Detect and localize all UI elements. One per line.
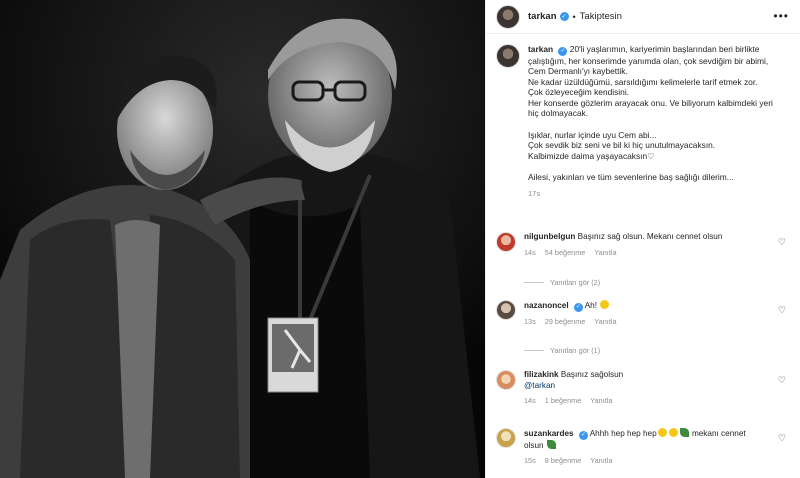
reply-button[interactable]: Yanıtla <box>590 456 612 467</box>
caption-line-11 <box>528 161 790 172</box>
post-photo <box>0 0 485 478</box>
heart-outline-icon: ♡ <box>647 150 655 161</box>
caption-line-12: Ailesi, yakınları ve tüm sevenlerine baş… <box>528 172 734 183</box>
commenter-avatar[interactable] <box>496 370 516 390</box>
comment-text: Ahhh hep hep hep <box>589 429 657 438</box>
commenter-username[interactable]: nazanoncel <box>524 301 569 310</box>
replies-line-divider <box>524 282 544 283</box>
comment-item: nazanoncel ✓ Ah! 13s 29 beğenme Yanıtla … <box>496 300 792 327</box>
view-replies-label: Yanıtları gör (1) <box>550 346 601 355</box>
comment-likes[interactable]: 54 beğenme <box>545 248 586 259</box>
commenter-avatar[interactable] <box>496 232 516 252</box>
like-heart-icon[interactable]: ♡ <box>778 237 786 248</box>
comment-text: Başınız sağolsun <box>560 370 624 379</box>
caption-line-0: 20'li yaşlarımın, kariyerimin başlarında… <box>569 44 760 54</box>
post-side-panel: tarkan ✓ • Takiptesin ••• tarkan ✓ 20'li… <box>485 0 800 478</box>
post-caption: tarkan ✓ 20'li yaşlarımın, kariyerimin b… <box>496 44 792 199</box>
caption-line-5: Her konserde gözlerim arayacak onu. Ve b… <box>528 97 773 108</box>
comment-time: 13s <box>524 316 536 326</box>
caption-line-3: Ne kadar üzüldüğümü, sarsıldığımı kelime… <box>528 76 758 87</box>
caption-line-8: Işıklar, nurlar içinde uyu Cem abi... <box>528 129 657 140</box>
caption-line-6: hiç dolmayacak. <box>528 108 589 119</box>
like-heart-icon[interactable]: ♡ <box>778 433 786 444</box>
comment-likes[interactable]: 29 beğenme <box>545 317 586 328</box>
caption-line-9: Çok sevdik biz seni ve bil ki hiç unutul… <box>528 140 716 151</box>
photo-illustration <box>0 0 485 478</box>
mention-link[interactable]: @tarkan <box>524 381 776 392</box>
caption-line-7 <box>528 119 790 130</box>
comment-text-end: olsun <box>524 440 544 450</box>
post-header: tarkan ✓ • Takiptesin ••• <box>486 0 800 34</box>
comment-text: Ah! <box>584 301 597 310</box>
follow-status-button[interactable]: Takiptesin <box>580 11 622 22</box>
caption-line-4: Çok özleyeceğim kendisini. <box>528 87 630 98</box>
comment-likes[interactable]: 8 beğenme <box>545 456 582 467</box>
sad-face-emoji-icon <box>600 300 610 309</box>
more-horizontal-icon[interactable]: ••• <box>773 9 789 23</box>
comment-time: 14s <box>524 396 536 406</box>
caption-line-10: Kalbimizde daima yaşayacaksın <box>528 150 648 161</box>
caption-author-avatar[interactable] <box>496 44 520 68</box>
like-heart-icon[interactable]: ♡ <box>778 305 786 316</box>
caption-text: tarkan ✓ 20'li yaşlarımın, kariyerimin b… <box>528 44 790 199</box>
sad-face-emoji-icon <box>657 428 667 437</box>
reply-button[interactable]: Yanıtla <box>594 248 616 259</box>
caption-line-2: Cem Dermanlı'yı kaybettik. <box>528 66 628 77</box>
comment-time: 14s <box>524 247 536 257</box>
verified-badge-icon: ✓ <box>573 302 583 312</box>
commenter-username[interactable]: filizakink <box>524 370 559 379</box>
comment-item: suzankardes ✓ Ahhh hep hep hep mekanı ce… <box>496 428 792 467</box>
reply-button[interactable]: Yanıtla <box>594 317 616 328</box>
commenter-username[interactable]: nilgunbelgun <box>524 232 575 241</box>
author-username[interactable]: tarkan <box>528 11 557 22</box>
reply-button[interactable]: Yanıtla <box>590 396 612 407</box>
verified-badge-icon: ✓ <box>558 46 568 56</box>
caption-line-1: çalıştığım, her konserimde yanımda olan,… <box>528 55 769 66</box>
view-replies-button[interactable]: Yanıtları gör (1) <box>524 346 600 355</box>
comment-likes[interactable]: 1 beğenme <box>545 396 582 407</box>
leaf-emoji-icon <box>679 428 689 437</box>
separator-dot: • <box>572 11 576 22</box>
caption-username[interactable]: tarkan <box>528 44 553 54</box>
comment-item: filizakink Başınız sağolsun @tarkan 14s … <box>496 370 792 407</box>
caption-timestamp: 17s <box>528 188 541 198</box>
view-replies-button[interactable]: Yanıtları gör (2) <box>524 278 600 287</box>
commenter-avatar[interactable] <box>496 300 516 320</box>
comment-time: 15s <box>524 456 536 466</box>
comment-text: Başınız sağ olsun. Mekanı cennet olsun <box>577 232 723 241</box>
commenter-avatar[interactable] <box>496 428 516 448</box>
leaf-emoji-icon <box>546 439 556 449</box>
comment-item: nilgunbelgun Başınız sağ olsun. Mekanı c… <box>496 232 792 258</box>
view-replies-label: Yanıtları gör (2) <box>550 278 601 287</box>
comment-text-continued: mekanı cennet <box>691 429 746 438</box>
verified-badge-icon: ✓ <box>559 12 569 21</box>
like-heart-icon[interactable]: ♡ <box>778 375 786 386</box>
replies-line-divider <box>524 350 544 351</box>
verified-badge-icon: ✓ <box>578 430 588 440</box>
sad-face-emoji-icon <box>668 428 678 437</box>
commenter-username[interactable]: suzankardes <box>524 429 574 438</box>
author-avatar[interactable] <box>496 4 520 29</box>
